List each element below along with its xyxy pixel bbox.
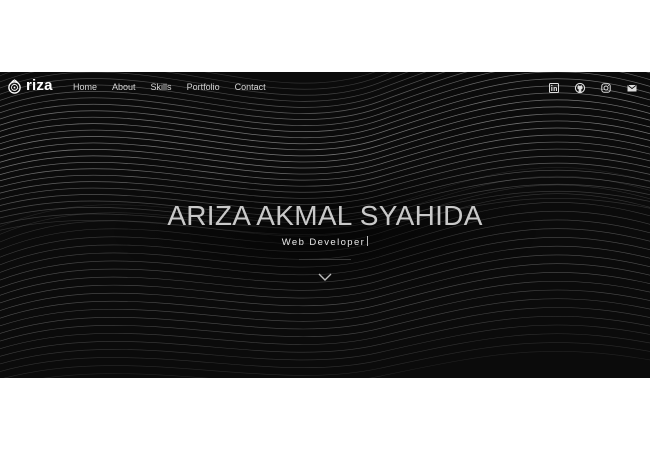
wave-line <box>0 324 650 365</box>
brand-name: riza <box>26 77 53 94</box>
instagram-icon[interactable] <box>600 81 612 93</box>
hero-section: riza Home About Skills Portfolio Contact <box>0 72 650 378</box>
wave-line <box>42 350 650 378</box>
wave-line <box>0 315 650 357</box>
nav-link-skills[interactable]: Skills <box>151 81 172 93</box>
nav-link-contact[interactable]: Contact <box>235 81 266 93</box>
hero-role: Web Developer <box>281 237 366 248</box>
navbar: riza Home About Skills Portfolio Contact <box>0 72 650 102</box>
mail-icon[interactable] <box>626 81 638 93</box>
nav-link-home[interactable]: Home <box>73 81 97 93</box>
github-icon[interactable] <box>574 81 586 94</box>
social-links <box>548 81 638 94</box>
wave-line <box>0 333 650 372</box>
wave-line <box>0 307 650 349</box>
linkedin-icon[interactable] <box>548 81 560 93</box>
hero-role-line: Web Developer <box>0 236 650 248</box>
wave-line <box>0 298 650 342</box>
nav-menu: Home About Skills Portfolio Contact <box>73 81 266 93</box>
typing-cursor <box>367 236 369 246</box>
chevron-down-icon[interactable] <box>317 272 333 282</box>
hero-name: ARIZA AKMAL SYAHIDA <box>167 200 483 231</box>
brand-logo[interactable]: riza <box>7 78 53 94</box>
wave-line <box>3 342 650 378</box>
hero-divider <box>299 259 351 260</box>
hero-content: ARIZA AKMAL SYAHIDA Web Developer <box>0 199 650 282</box>
logo-icon <box>8 78 21 94</box>
nav-link-portfolio[interactable]: Portfolio <box>187 81 220 93</box>
nav-link-about[interactable]: About <box>112 81 136 93</box>
